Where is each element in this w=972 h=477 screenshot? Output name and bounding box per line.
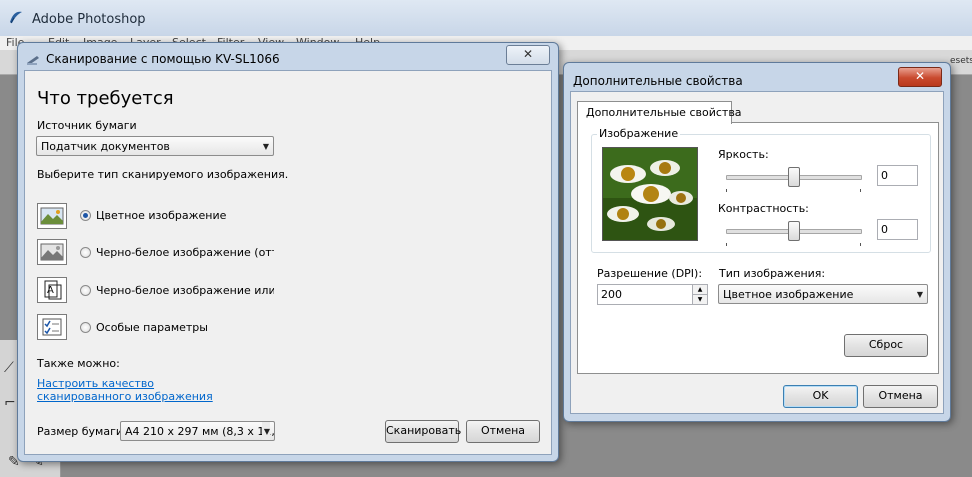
image-group-label: Изображение bbox=[597, 127, 681, 140]
spin-down-icon[interactable]: ▼ bbox=[692, 295, 707, 304]
brightness-field[interactable]: 0 bbox=[877, 165, 918, 186]
color-picture-icon bbox=[37, 203, 67, 229]
custom-settings-radio[interactable] bbox=[80, 322, 91, 333]
tick-mark bbox=[726, 243, 727, 246]
brightness-slider-thumb[interactable] bbox=[788, 167, 800, 187]
paper-size-select[interactable]: A4 210 x 297 мм (8,3 x 11, ▼ bbox=[120, 421, 275, 441]
close-icon[interactable]: ✕ bbox=[506, 45, 550, 65]
close-icon[interactable]: ✕ bbox=[898, 67, 942, 87]
chevron-down-icon: ▼ bbox=[916, 290, 923, 299]
paper-source-value: Податчик документов bbox=[41, 140, 170, 153]
text-document-icon: A bbox=[37, 277, 67, 303]
bw-text-label[interactable]: Черно-белое изображение или текс bbox=[96, 284, 274, 297]
paper-source-label: Источник бумаги bbox=[37, 119, 137, 132]
reset-button[interactable]: Сброс bbox=[844, 334, 928, 357]
paper-size-value: A4 210 x 297 мм (8,3 x 11, bbox=[125, 425, 275, 438]
spin-up-icon[interactable]: ▲ bbox=[692, 285, 707, 295]
photoshop-logo-icon bbox=[10, 11, 22, 24]
resolution-value: 200 bbox=[601, 288, 622, 301]
chevron-down-icon: ▼ bbox=[261, 422, 270, 440]
color-image-radio[interactable] bbox=[80, 210, 91, 221]
image-type-prompt: Выберите тип сканируемого изображения. bbox=[37, 168, 289, 181]
cancel-button[interactable]: Отмена bbox=[863, 385, 938, 408]
image-type-select[interactable]: Цветное изображение ▼ bbox=[718, 284, 928, 304]
tick-mark bbox=[726, 189, 727, 192]
tick-mark bbox=[860, 189, 861, 192]
svg-text:A: A bbox=[47, 285, 54, 296]
image-type-label: Тип изображения: bbox=[719, 267, 826, 280]
scan-button[interactable]: Сканировать bbox=[385, 420, 461, 443]
also-label: Также можно: bbox=[37, 357, 120, 370]
bw-text-radio[interactable] bbox=[80, 285, 91, 296]
scanner-icon bbox=[27, 56, 39, 65]
presets-label[interactable]: esets bbox=[950, 56, 972, 66]
color-image-label[interactable]: Цветное изображение bbox=[96, 209, 226, 222]
contrast-field[interactable]: 0 bbox=[877, 219, 918, 240]
photoshop-titlebar: Adobe Photoshop bbox=[0, 0, 972, 37]
photoshop-title: Adobe Photoshop bbox=[32, 12, 146, 27]
preview-image bbox=[602, 147, 698, 241]
ok-button[interactable]: OK bbox=[783, 385, 858, 408]
contrast-label: Контрастность: bbox=[718, 202, 809, 215]
grayscale-image-radio[interactable] bbox=[80, 247, 91, 258]
scan-dialog-title: Сканирование с помощью KV-SL1066 bbox=[46, 52, 280, 66]
grayscale-picture-icon bbox=[37, 239, 67, 265]
cancel-button[interactable]: Отмена bbox=[466, 420, 540, 443]
grayscale-image-label[interactable]: Черно-белое изображение (оттенки bbox=[96, 246, 274, 259]
properties-dialog: Дополнительные свойства ✕ Дополнительные… bbox=[563, 62, 951, 422]
tab-label: Дополнительные свойства bbox=[586, 106, 742, 119]
paper-source-select[interactable]: Податчик документов ▼ bbox=[36, 136, 274, 156]
tab-advanced-properties[interactable]: Дополнительные свойства bbox=[577, 101, 742, 124]
image-type-value: Цветное изображение bbox=[723, 288, 854, 301]
scan-dialog-body: Что требуется Источник бумаги Податчик д… bbox=[24, 70, 552, 455]
contrast-slider-thumb[interactable] bbox=[788, 221, 800, 241]
properties-dialog-title: Дополнительные свойства bbox=[573, 74, 743, 88]
custom-settings-icon bbox=[37, 314, 67, 340]
paper-size-label: Размер бумаги: bbox=[37, 425, 127, 438]
page-heading: Что требуется bbox=[37, 88, 174, 109]
resolution-stepper[interactable]: 200 ▲ ▼ bbox=[597, 284, 708, 305]
brightness-label: Яркость: bbox=[718, 148, 769, 161]
lasso-tool-icon[interactable]: ⟋ bbox=[4, 360, 14, 376]
scan-dialog: Сканирование с помощью KV-SL1066 ✕ Что т… bbox=[17, 42, 559, 462]
crop-tool-icon[interactable]: ⌐ bbox=[4, 395, 16, 411]
chevron-down-icon: ▼ bbox=[262, 142, 269, 151]
tab-panel: Изображение Яркость: 0 Контрастность: 0 … bbox=[577, 122, 939, 374]
resolution-label: Разрешение (DPI): bbox=[597, 267, 703, 280]
custom-settings-label[interactable]: Особые параметры bbox=[96, 321, 208, 334]
properties-dialog-body: Дополнительные свойства Изображение Ярко… bbox=[570, 91, 944, 414]
tick-mark bbox=[860, 243, 861, 246]
adjust-quality-link[interactable]: Настроить качество сканированного изобра… bbox=[37, 377, 237, 403]
flower-preview-icon bbox=[603, 148, 697, 240]
